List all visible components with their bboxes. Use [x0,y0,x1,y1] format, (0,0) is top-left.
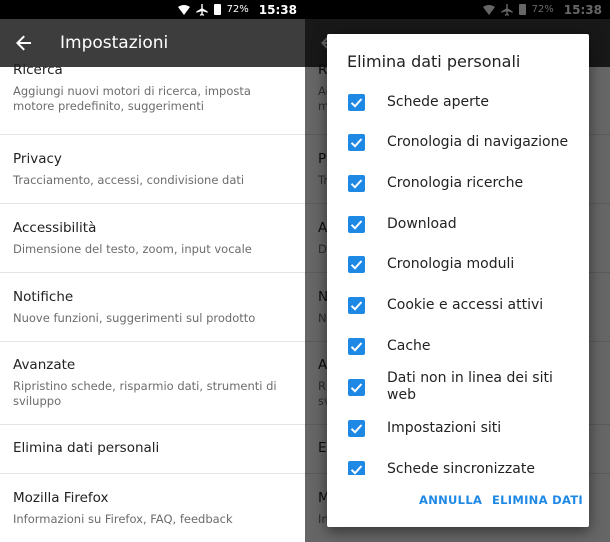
clear-data-dialog: Elimina dati personali Schede aperte Cro… [327,34,589,527]
settings-item-ricerca[interactable]: Ricerca Aggiungi nuovi motori di ricerca… [0,59,305,135]
airplane-icon [195,3,208,16]
settings-item-title: Elimina dati personali [13,440,160,456]
settings-item-title: Notifiche [13,289,74,305]
option-impostazioni-siti[interactable]: Impostazioni siti [327,408,589,449]
settings-item-subtitle: Informazioni su Firefox, FAQ, feedback [13,512,233,526]
battery-icon [213,4,221,15]
dialog-actions: ANNULLA ELIMINA DATI [327,475,589,527]
option-label: Dati non in linea dei siti web [387,370,553,403]
option-download[interactable]: Download [327,204,589,244]
option-cache[interactable]: Cache [327,326,589,366]
option-label: Download [387,215,457,232]
option-schede-sincronizzate[interactable]: Schede sincronizzate [327,449,589,475]
option-cronologia-ricerche[interactable]: Cronologia ricerche [327,163,589,204]
settings-list: Ricerca Aggiungi nuovi motori di ricerca… [0,62,305,542]
settings-screen: 72% 15:38 Impostazioni Ricerca Aggiungi … [0,0,305,542]
clear-data-button[interactable]: ELIMINA DATI [492,489,583,511]
settings-item-title: Mozilla Firefox [13,490,109,506]
option-cookie-accessi[interactable]: Cookie e accessi attivi [327,285,589,326]
checkbox-checked-icon[interactable] [348,93,365,111]
option-schede-aperte[interactable]: Schede aperte [327,82,589,122]
checkbox-checked-icon[interactable] [348,297,365,314]
checkbox-checked-icon[interactable] [348,460,365,475]
option-label: Schede sincronizzate [387,460,535,476]
checkbox-checked-icon[interactable] [348,256,365,273]
settings-item-accessibilita[interactable]: Accessibilità Dimensione del testo, zoom… [0,204,305,273]
settings-screen-with-dialog: 72% 15:38 Impostazioni Ricerca Aggiungi … [305,0,610,542]
page-title: Impostazioni [60,33,169,53]
settings-item-subtitle: Aggiungi nuovi motori di ricerca, impost… [13,84,251,113]
clock: 15:38 [258,2,297,17]
settings-item-notifiche[interactable]: Notifiche Nuove funzioni, suggerimenti s… [0,273,305,342]
wifi-icon [177,4,190,16]
cancel-button[interactable]: ANNULLA [419,489,482,511]
settings-item-privacy[interactable]: Privacy Tracciamento, accessi, condivisi… [0,135,305,204]
dialog-options-list: Schede aperte Cronologia di navigazione … [327,82,589,475]
settings-item-elimina-dati[interactable]: Elimina dati personali [0,425,305,474]
settings-item-mozilla-firefox[interactable]: Mozilla Firefox Informazioni su Firefox,… [0,474,305,542]
option-label: Cache [387,337,431,354]
option-label: Cronologia ricerche [387,175,524,191]
checkbox-checked-icon[interactable] [348,175,365,192]
option-dati-non-in-linea[interactable]: Dati non in linea dei siti web [327,366,589,408]
settings-item-subtitle: Tracciamento, accessi, condivisione dati [13,173,245,187]
option-label: Cookie e accessi attivi [387,297,544,313]
settings-item-subtitle: Ripristino schede, risparmio dati, strum… [13,379,277,408]
settings-item-title: Privacy [13,151,62,167]
option-label: Cronologia moduli [387,256,515,272]
dialog-title: Elimina dati personali [347,52,521,71]
option-label: Cronologia di navigazione [387,134,569,150]
settings-item-subtitle: Dimensione del testo, zoom, input vocale [13,242,252,256]
checkbox-checked-icon[interactable] [348,134,365,151]
option-label: Schede aperte [387,93,489,110]
checkbox-checked-icon[interactable] [348,420,365,437]
option-label: Impostazioni siti [387,420,502,436]
status-bar: 72% 15:38 [0,0,305,19]
battery-level: 72% [226,4,249,15]
checkbox-checked-icon[interactable] [348,215,365,233]
settings-item-title: Ricerca [13,62,63,78]
settings-item-title: Avanzate [13,357,76,373]
checkbox-checked-icon[interactable] [348,378,365,396]
option-cronologia-moduli[interactable]: Cronologia moduli [327,244,589,285]
checkbox-checked-icon[interactable] [348,337,365,355]
settings-item-subtitle: Nuove funzioni, suggerimenti sul prodott… [13,311,256,325]
option-cronologia-navigazione[interactable]: Cronologia di navigazione [327,122,589,163]
settings-item-avanzate[interactable]: Avanzate Ripristino schede, risparmio da… [0,342,305,425]
settings-item-title: Accessibilità [13,220,97,236]
